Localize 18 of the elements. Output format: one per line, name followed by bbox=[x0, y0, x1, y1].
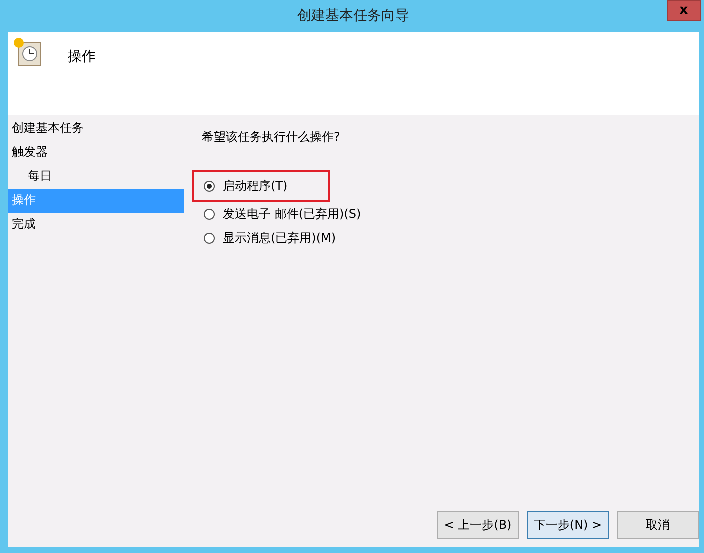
radio-button[interactable] bbox=[204, 232, 215, 244]
sidebar-item[interactable]: 创建基本任务 bbox=[8, 117, 184, 141]
wizard-button[interactable]: 取消 bbox=[617, 511, 699, 539]
sidebar-item[interactable]: 完成 bbox=[8, 213, 184, 237]
radio-option[interactable]: 发送电子 邮件(已弃用)(S) bbox=[192, 202, 404, 226]
radio-button[interactable] bbox=[204, 180, 215, 192]
clock-icon bbox=[13, 38, 43, 68]
wizard-button[interactable]: < 上一步(B) bbox=[437, 511, 519, 539]
radio-option[interactable]: 显示消息(已弃用)(M) bbox=[192, 226, 378, 250]
radio-button[interactable] bbox=[204, 208, 215, 220]
radio-option[interactable]: 启动程序(T) bbox=[192, 170, 330, 202]
sidebar-item[interactable]: 每日 bbox=[8, 165, 184, 189]
page-title: 操作 bbox=[68, 48, 96, 66]
wizard-button[interactable]: 下一步(N) > bbox=[527, 511, 609, 539]
sidebar-item[interactable]: 触发器 bbox=[8, 141, 184, 165]
close-button[interactable]: x bbox=[667, 0, 701, 21]
window-title: 创建基本任务向导 bbox=[298, 7, 410, 25]
question-text: 希望该任务执行什么操作? bbox=[202, 129, 342, 146]
